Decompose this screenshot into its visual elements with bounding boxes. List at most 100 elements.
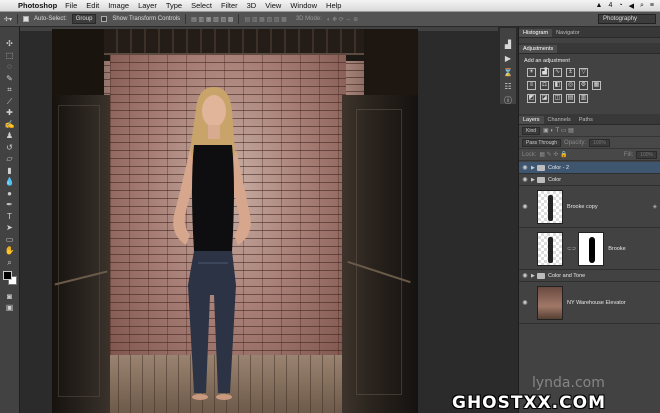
history-brush-icon[interactable]: ↺ bbox=[4, 143, 16, 152]
app-menu[interactable]: Photoshop bbox=[18, 1, 57, 10]
tab-paths[interactable]: Paths bbox=[575, 116, 597, 124]
visibility-eye-icon[interactable]: ◉ bbox=[519, 272, 531, 279]
layer-row[interactable]: ◉ Brooke copy ◈ bbox=[519, 186, 660, 228]
auto-select-dropdown[interactable]: Group bbox=[71, 14, 97, 24]
screen-mode-icon[interactable]: ▣ bbox=[4, 303, 16, 312]
color-swatches[interactable] bbox=[2, 271, 17, 285]
align-buttons[interactable]: ▤ ▥ ▦ ▧ ▨ ▩ bbox=[191, 16, 233, 23]
hue-saturation-icon[interactable]: ≡ bbox=[527, 81, 536, 90]
photo-filter-icon[interactable]: ◎ bbox=[566, 81, 575, 90]
folder-icon bbox=[537, 176, 545, 183]
3d-mode-icons[interactable]: ◐ ✥ ⟳ ⇔ ⊕ bbox=[327, 16, 358, 23]
layer-row[interactable]: ◉ NY Warehouse Elevator bbox=[519, 282, 660, 324]
layer-row[interactable]: ◉ ▶ Color - 2 bbox=[519, 162, 660, 174]
curves-icon[interactable]: ∿ bbox=[553, 68, 562, 77]
layer-row[interactable]: ◉ ▶ Color and Tone bbox=[519, 270, 660, 282]
search-icon[interactable]: ⌕ bbox=[640, 2, 644, 10]
visibility-eye-icon[interactable]: ◉ bbox=[519, 176, 531, 183]
visibility-eye-icon[interactable]: ◉ bbox=[519, 299, 531, 306]
dodge-tool-icon[interactable]: ● bbox=[4, 189, 16, 198]
channel-mixer-icon[interactable]: ⚙ bbox=[579, 81, 588, 90]
layer-row[interactable]: ▫ ⊂⊃ Brooke bbox=[519, 228, 660, 270]
threshold-icon[interactable]: ◫ bbox=[553, 94, 562, 103]
quick-mask-icon[interactable]: ◙ bbox=[4, 292, 16, 301]
move-tool-icon[interactable]: ✣ bbox=[4, 39, 16, 48]
visibility-off-icon[interactable]: ▫ bbox=[519, 246, 531, 252]
exposure-icon[interactable]: ± bbox=[566, 68, 575, 77]
distribute-buttons[interactable]: ▤ ▥ ▦ ▧ ▨ ▩ bbox=[244, 16, 286, 23]
document-canvas[interactable] bbox=[52, 29, 418, 413]
brightness-icon[interactable]: ☀ bbox=[527, 68, 536, 77]
visibility-eye-icon[interactable]: ◉ bbox=[519, 203, 531, 210]
menu-help[interactable]: Help bbox=[326, 1, 341, 10]
black-white-icon[interactable]: ◧ bbox=[553, 81, 562, 90]
gradient-map-icon[interactable]: ▤ bbox=[566, 94, 575, 103]
menu-image[interactable]: Image bbox=[108, 1, 129, 10]
blur-tool-icon[interactable]: 💧 bbox=[4, 177, 16, 186]
menu-3d[interactable]: 3D bbox=[247, 1, 257, 10]
foreground-color[interactable] bbox=[2, 271, 12, 280]
link-icon[interactable]: ⊂⊃ bbox=[567, 246, 576, 252]
menu-type[interactable]: Type bbox=[166, 1, 182, 10]
menu-edit[interactable]: Edit bbox=[86, 1, 99, 10]
menu-select[interactable]: Select bbox=[191, 1, 212, 10]
levels-icon[interactable]: ▟ bbox=[540, 68, 549, 77]
eraser-tool-icon[interactable]: ▱ bbox=[4, 154, 16, 163]
opacity-field[interactable]: 100% bbox=[589, 138, 610, 147]
eyedropper-tool-icon[interactable]: ⟋ bbox=[4, 97, 16, 106]
layer-mask-thumbnail[interactable] bbox=[578, 231, 605, 266]
menu-window[interactable]: Window bbox=[290, 1, 317, 10]
marquee-tool-icon[interactable]: ⬚ bbox=[4, 51, 16, 60]
path-select-tool-icon[interactable]: ➤ bbox=[4, 223, 16, 232]
hand-tool-icon[interactable]: ✋ bbox=[4, 246, 16, 255]
visibility-eye-icon[interactable]: ◉ bbox=[519, 164, 531, 171]
type-tool-icon[interactable]: T bbox=[4, 212, 16, 221]
properties-icon[interactable]: ☷ bbox=[503, 82, 513, 92]
menu-file[interactable]: File bbox=[65, 1, 77, 10]
tab-layers[interactable]: Layers bbox=[519, 116, 544, 124]
show-transform-checkbox[interactable] bbox=[101, 16, 108, 22]
color-balance-icon[interactable]: ⚖ bbox=[540, 81, 549, 90]
zoom-tool-icon[interactable]: ⌕ bbox=[4, 258, 16, 267]
tab-adjustments[interactable]: Adjustments bbox=[519, 45, 558, 53]
right-panels: Histogram Navigator Adjustments Add an a… bbox=[518, 27, 660, 413]
tab-channels[interactable]: Channels bbox=[544, 116, 575, 124]
actions-play-icon[interactable]: ▶ bbox=[503, 54, 513, 64]
stamp-tool-icon[interactable]: ♟ bbox=[4, 131, 16, 140]
tab-histogram[interactable]: Histogram bbox=[519, 29, 553, 37]
selective-color-icon[interactable]: ▥ bbox=[579, 94, 588, 103]
adobe-icon[interactable]: ▲ bbox=[596, 2, 603, 9]
quick-select-tool-icon[interactable]: ✎ bbox=[4, 74, 16, 83]
vibrance-icon[interactable]: ▽ bbox=[579, 68, 588, 77]
history-icon[interactable]: ⌛ bbox=[503, 68, 513, 78]
histogram-icon[interactable]: ▟ bbox=[503, 40, 513, 50]
pen-tool-icon[interactable]: ✒ bbox=[4, 200, 16, 209]
gradient-tool-icon[interactable]: ▮ bbox=[4, 166, 16, 175]
workspace-dropdown[interactable]: Photography bbox=[598, 14, 656, 24]
info-icon[interactable]: ⓘ bbox=[503, 96, 513, 106]
invert-icon[interactable]: ◩ bbox=[527, 94, 536, 103]
blend-mode-dropdown[interactable]: Pass Through bbox=[522, 138, 562, 147]
adjustments-row-1: ☀ ▟ ∿ ± ▽ bbox=[519, 66, 660, 79]
lasso-tool-icon[interactable]: ◌ bbox=[4, 62, 16, 71]
healing-tool-icon[interactable]: ✚ bbox=[4, 108, 16, 117]
posterize-icon[interactable]: ◪ bbox=[540, 94, 549, 103]
menu-layer[interactable]: Layer bbox=[138, 1, 157, 10]
crop-tool-icon[interactable]: ⌗ bbox=[4, 85, 16, 94]
menu-filter[interactable]: Filter bbox=[221, 1, 238, 10]
list-icon[interactable]: ≡ bbox=[650, 2, 654, 9]
move-tool-icon[interactable]: ✣▾ bbox=[4, 16, 12, 23]
wifi-icon[interactable]: ◔ bbox=[618, 2, 622, 9]
lock-icons[interactable]: ▦ ✎ ✣ 🔒 bbox=[539, 151, 567, 158]
volume-icon[interactable]: ◀ bbox=[629, 2, 634, 10]
kind-filter-dropdown[interactable]: Kind bbox=[522, 126, 541, 135]
filter-icons[interactable]: ▣ ◐ T ▭ ▤ bbox=[543, 127, 574, 134]
menu-view[interactable]: View bbox=[265, 1, 281, 10]
brush-tool-icon[interactable]: ✍ bbox=[4, 120, 16, 129]
layer-row[interactable]: ◉ ▶ Color bbox=[519, 174, 660, 186]
auto-select-checkbox[interactable] bbox=[23, 16, 30, 22]
color-lookup-icon[interactable]: ▦ bbox=[592, 81, 601, 90]
shape-tool-icon[interactable]: ▭ bbox=[4, 235, 16, 244]
fill-field[interactable]: 100% bbox=[636, 150, 657, 159]
tab-navigator[interactable]: Navigator bbox=[552, 29, 584, 37]
